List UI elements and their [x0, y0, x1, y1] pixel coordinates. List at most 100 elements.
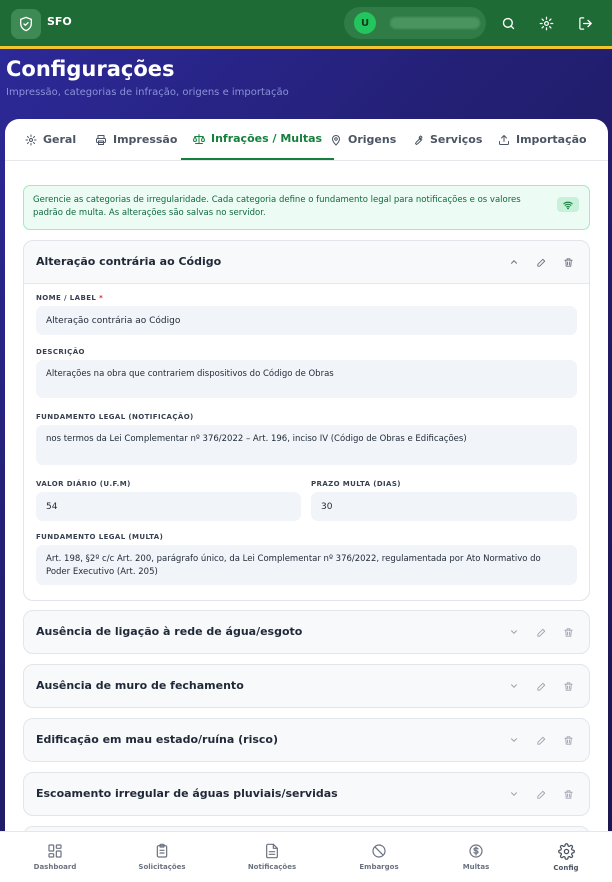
- pencil-icon: [536, 258, 545, 267]
- avatar: U: [354, 12, 376, 34]
- legal-fine-label: FUNDAMENTO LEGAL (MULTA): [36, 533, 164, 541]
- delete-button[interactable]: [561, 255, 575, 269]
- daily-value-input[interactable]: 54: [36, 492, 301, 521]
- topbar-accent-stripe: [0, 46, 612, 49]
- settings-card: Geral Impressão Infrações / Multas Orige…: [5, 119, 608, 839]
- expand-button[interactable]: [507, 625, 521, 639]
- category-title: Alteração contrária ao Código: [36, 255, 222, 268]
- nav-embargos[interactable]: Embargos: [356, 832, 402, 882]
- document-icon: [266, 843, 278, 859]
- category-title: Ausência de muro de fechamento: [36, 679, 244, 692]
- category-form: NOME / LABEL * Alteração contrária ao Có…: [24, 283, 589, 600]
- category-card[interactable]: Ausência de ligação à rede de água/esgot…: [23, 610, 590, 654]
- name-label: NOME / LABEL *: [36, 294, 104, 302]
- nav-label: Embargos: [359, 863, 399, 871]
- category-title: Escoamento irregular de águas pluviais/s…: [36, 787, 338, 800]
- pencil-icon: [536, 736, 545, 745]
- legal-fine-textarea[interactable]: Art. 198, §2º c/c Art. 200, parágrafo ún…: [36, 545, 577, 585]
- trash-icon: [563, 789, 573, 799]
- trash-icon: [563, 735, 573, 745]
- pencil-icon: [536, 682, 545, 691]
- trash-icon: [563, 627, 573, 637]
- scale-icon: [193, 133, 205, 144]
- logout-icon: [578, 16, 592, 30]
- daily-value-label: VALOR DIÁRIO (U.F.M): [36, 480, 131, 488]
- tab-importacao[interactable]: Importação: [498, 119, 587, 160]
- top-bar: SFO U: [0, 0, 612, 46]
- expand-button[interactable]: [507, 679, 521, 693]
- user-menu[interactable]: U: [344, 7, 486, 39]
- tab-servicos[interactable]: Serviços: [412, 119, 482, 160]
- edit-button[interactable]: [534, 255, 548, 269]
- user-name-redacted: [390, 17, 480, 29]
- logout-button[interactable]: [575, 13, 595, 33]
- app-name: SFO: [47, 15, 72, 28]
- fine-deadline-input[interactable]: 30: [311, 492, 577, 521]
- category-card[interactable]: Edificação em mau estado/ruína (risco): [23, 718, 590, 762]
- chevron-down-icon: [511, 738, 517, 742]
- delete-button[interactable]: [561, 787, 575, 801]
- nav-multas[interactable]: Multas: [456, 832, 496, 882]
- edit-button[interactable]: [534, 625, 548, 639]
- tab-geral[interactable]: Geral: [25, 119, 76, 160]
- name-input[interactable]: Alteração contrária ao Código: [36, 306, 577, 335]
- expand-button[interactable]: [507, 733, 521, 747]
- trash-icon: [563, 681, 573, 691]
- trash-icon: [563, 257, 573, 267]
- search-icon: [502, 17, 514, 29]
- wrench-icon: [415, 135, 423, 145]
- settings-button[interactable]: [536, 13, 556, 33]
- category-title: Edificação em mau estado/ruína (risco): [36, 733, 279, 746]
- tab-infracoes-multas[interactable]: Infrações / Multas: [181, 119, 335, 160]
- nav-label: Config: [553, 864, 579, 872]
- gear-icon: [539, 16, 553, 30]
- edit-button[interactable]: [534, 787, 548, 801]
- dollar-icon: [469, 844, 483, 858]
- bottom-nav: Dashboard Solicitações Notificações Emba…: [0, 831, 612, 882]
- expand-button[interactable]: [507, 787, 521, 801]
- category-card[interactable]: Escoamento irregular de águas pluviais/s…: [23, 772, 590, 816]
- delete-button[interactable]: [561, 625, 575, 639]
- page-title: Configurações: [6, 57, 175, 81]
- chevron-down-icon: [511, 630, 517, 634]
- nav-config[interactable]: Config: [546, 832, 586, 882]
- chevron-up-icon: [511, 260, 517, 264]
- page-subtitle: Impressão, categorias de infração, orige…: [6, 87, 289, 98]
- chevron-down-icon: [511, 792, 517, 796]
- gear-icon: [557, 843, 575, 860]
- delete-button[interactable]: [561, 733, 575, 747]
- search-button[interactable]: [498, 13, 518, 33]
- grid-icon: [48, 844, 62, 858]
- nav-label: Multas: [462, 863, 490, 871]
- nav-dashboard[interactable]: Dashboard: [30, 832, 80, 882]
- edit-button[interactable]: [534, 733, 548, 747]
- sync-status-badge: [557, 197, 579, 212]
- category-card[interactable]: Ausência de muro de fechamento: [23, 664, 590, 708]
- tab-impressao[interactable]: Impressão: [95, 119, 177, 160]
- app-logo[interactable]: [11, 9, 41, 39]
- pencil-icon: [536, 790, 545, 799]
- pencil-icon: [536, 628, 545, 637]
- legal-notification-textarea[interactable]: nos termos da Lei Complementar nº 376/20…: [36, 425, 577, 465]
- edit-button[interactable]: [534, 679, 548, 693]
- nav-label: Solicitações: [138, 863, 186, 871]
- nav-solicitacoes[interactable]: Solicitações: [136, 832, 188, 882]
- info-banner: Gerencie as categorias de irregularidade…: [23, 185, 590, 230]
- tab-label: Origens: [348, 133, 397, 146]
- delete-button[interactable]: [561, 679, 575, 693]
- category-actions: [507, 255, 575, 269]
- info-text: Gerencie as categorias de irregularidade…: [33, 195, 521, 218]
- ban-icon: [372, 844, 386, 858]
- description-label: DESCRIÇÃO: [36, 348, 85, 356]
- nav-label: Dashboard: [33, 863, 77, 871]
- nav-notificacoes[interactable]: Notificações: [245, 832, 299, 882]
- collapse-button[interactable]: [507, 255, 521, 269]
- tab-origens[interactable]: Origens: [330, 119, 396, 160]
- category-header[interactable]: Alteração contrária ao Código: [24, 241, 589, 283]
- description-textarea[interactable]: Alterações na obra que contrariem dispos…: [36, 360, 577, 398]
- pin-icon: [331, 134, 341, 146]
- chevron-down-icon: [511, 684, 517, 688]
- tab-label: Geral: [43, 133, 77, 146]
- nav-label: Notificações: [247, 863, 297, 871]
- tab-bar: Geral Impressão Infrações / Multas Orige…: [5, 119, 608, 161]
